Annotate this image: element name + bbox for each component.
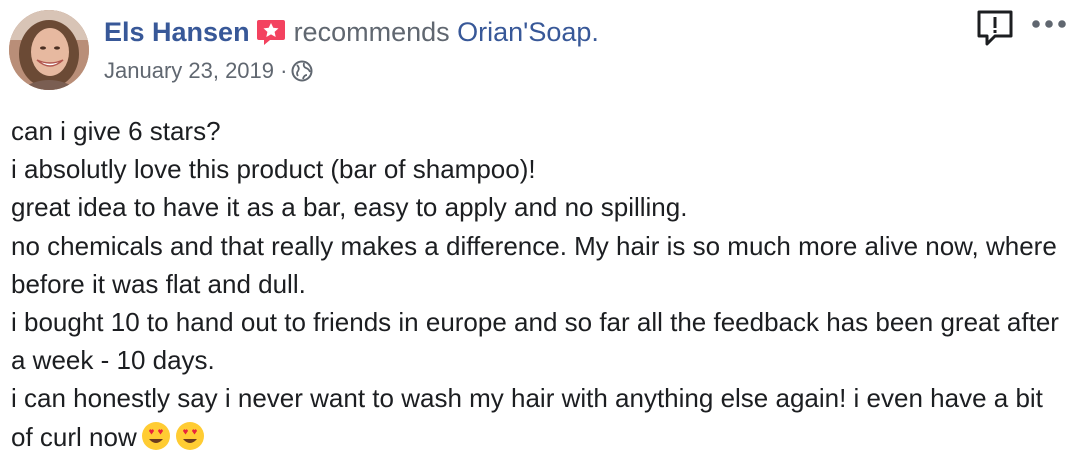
avatar-photo [9, 10, 89, 90]
more-options-icon [1032, 20, 1066, 28]
post-last-line: i can honestly say i never want to wash … [11, 379, 1061, 455]
post-line: no chemicals and that really makes a dif… [11, 230, 1057, 299]
action-text: recommends [293, 17, 450, 47]
avatar[interactable] [9, 10, 89, 90]
recommend-star-icon [256, 18, 286, 46]
report-button[interactable] [975, 8, 1015, 48]
more-options-button[interactable] [1030, 14, 1070, 34]
post-line: i absolutly love this product (bar of sh… [11, 154, 536, 185]
post-body: can i give 6 stars? i absolutly love thi… [11, 112, 1061, 456]
post-meta: January 23, 2019 · [104, 55, 313, 87]
post-header: Els Hansen recommends Orian'Soap. [104, 14, 599, 50]
meta-separator: · [280, 58, 288, 83]
report-exclamation-icon [977, 10, 1013, 46]
heart-eyes-emoji [141, 421, 171, 451]
post-date[interactable]: January 23, 2019 [104, 58, 274, 83]
heart-eyes-emoji [175, 421, 205, 451]
author-name[interactable]: Els Hansen [104, 17, 250, 47]
page-link[interactable]: Orian'Soap. [457, 17, 599, 47]
post-line: can i give 6 stars? [11, 116, 221, 146]
post-line: i bought 10 to hand out to friends in eu… [11, 307, 1059, 376]
globe-icon[interactable] [291, 59, 313, 82]
recommendation-post: Els Hansen recommends Orian'Soap. Januar… [0, 0, 1076, 466]
post-line: great idea to have it as a bar, easy to … [11, 192, 688, 223]
